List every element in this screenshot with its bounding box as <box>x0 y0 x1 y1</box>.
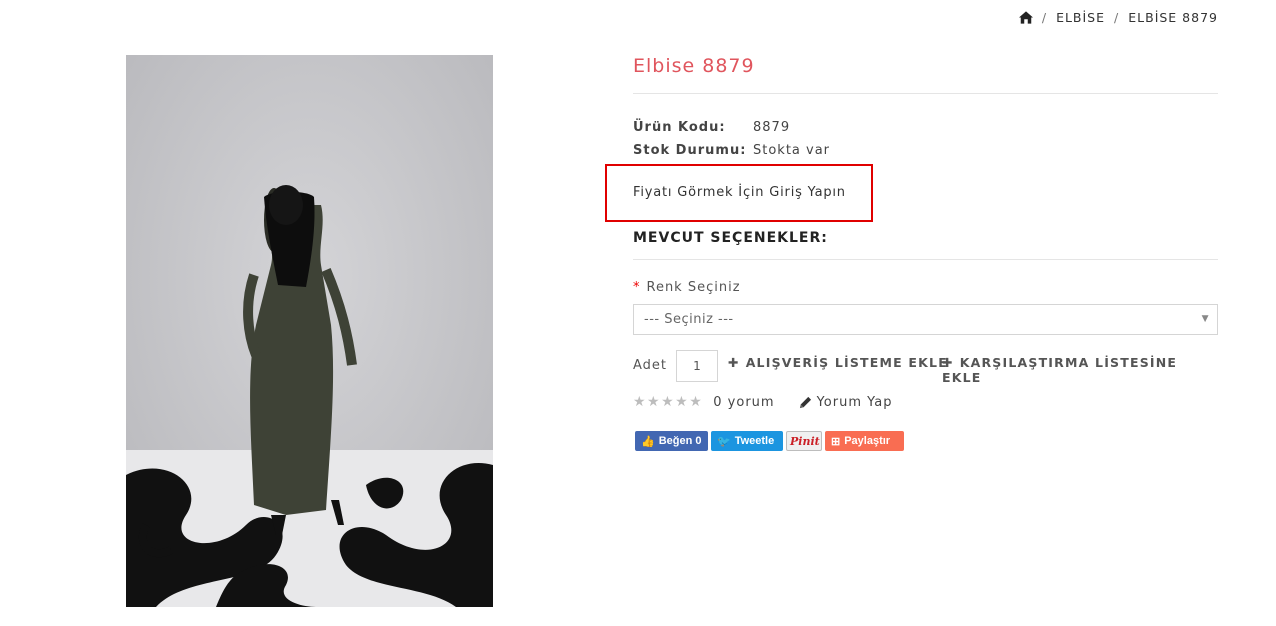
color-select[interactable]: --- Seçiniz --- ▼ <box>633 304 1218 335</box>
divider <box>633 259 1218 260</box>
product-photo <box>126 55 493 607</box>
facebook-like-label: Beğen 0 <box>658 435 702 447</box>
product-code-label: Ürün Kodu: <box>633 120 726 135</box>
twitter-tweet-button[interactable]: 🐦 Tweetle <box>711 431 783 451</box>
facebook-like-button[interactable]: 👍 Beğen 0 <box>635 431 708 451</box>
twitter-tweet-label: Tweetle <box>734 435 775 447</box>
add-to-cart-row: Adet ✚ALIŞVERİŞ LİSTEME EKLE ✚KARŞILAŞTI… <box>633 350 1218 385</box>
divider <box>633 93 1218 94</box>
thumbs-up-icon: 👍 <box>641 435 655 448</box>
product-code-row: Ürün Kodu: 8879 <box>633 118 1218 141</box>
product-info: Elbise 8879 Ürün Kodu: 8879 Stok Durumu:… <box>605 52 1218 451</box>
plus-icon: ✚ <box>942 355 954 370</box>
stock-status-value: Stokta var <box>753 143 831 158</box>
options-title: MEVCUT SEÇENEKLER: <box>633 230 828 246</box>
star-rating: ★★★★★ <box>633 394 704 410</box>
breadcrumb-separator: / <box>1041 10 1048 25</box>
breadcrumb-separator: / <box>1114 10 1120 25</box>
addthis-share-label: Paylaştır <box>844 435 891 447</box>
pinterest-pin-label: Pinit <box>790 434 820 448</box>
add-to-compare-label: KARŞILAŞTIRMA LİSTESİNE EKLE <box>942 355 1178 385</box>
product-image[interactable] <box>126 55 493 607</box>
plus-icon: ✚ <box>728 355 740 370</box>
required-marker: * <box>633 280 641 295</box>
quantity-input[interactable] <box>676 350 718 382</box>
pencil-icon <box>799 396 811 408</box>
color-select-value: --- Seçiniz --- <box>644 312 734 327</box>
home-icon[interactable] <box>1018 11 1033 24</box>
addthis-share-button[interactable]: ⊞ Paylaştır <box>825 431 904 451</box>
breadcrumb: / ELBİSE / ELBİSE 8879 <box>1018 10 1218 25</box>
add-to-wishlist-button[interactable]: ✚ ALIŞVERİŞ LİSTEME EKLE <box>728 355 948 370</box>
breadcrumb-link-product[interactable]: ELBİSE 8879 <box>1128 10 1218 25</box>
review-count-link[interactable]: 0 yorum <box>713 395 774 410</box>
price-login-link[interactable]: Fiyatı Görmek İçin Giriş Yapın <box>605 164 873 222</box>
write-review-link[interactable]: Yorum Yap <box>799 395 893 410</box>
stock-status-label: Stok Durumu: <box>633 143 747 158</box>
product-title: Elbise 8879 <box>633 55 755 77</box>
social-share-bar: 👍 Beğen 0 🐦 Tweetle Pinit ⊞ Paylaştır <box>635 431 904 451</box>
stock-status-row: Stok Durumu: Stokta var <box>633 141 1218 164</box>
write-review-label: Yorum Yap <box>816 394 893 410</box>
add-to-wishlist-label: ALIŞVERİŞ LİSTEME EKLE <box>745 355 948 370</box>
add-to-compare-button[interactable]: ✚ KARŞILAŞTIRMA LİSTESİNE EKLE <box>942 355 1218 385</box>
color-select-label-text: Renk Seçiniz <box>646 280 741 295</box>
quantity-label: Adet <box>633 358 668 373</box>
pinterest-pin-button[interactable]: Pinit <box>786 431 822 451</box>
twitter-bird-icon: 🐦 <box>717 435 731 448</box>
caret-down-icon: ▼ <box>1201 314 1209 324</box>
product-code-value: 8879 <box>753 120 791 135</box>
color-select-label: * Renk Seçiniz <box>633 280 741 295</box>
breadcrumb-link-category[interactable]: ELBİSE <box>1056 10 1105 25</box>
product-meta: Ürün Kodu: 8879 Stok Durumu: Stokta var <box>633 118 1218 164</box>
rating-row: ★★★★★ 0 yorum Yorum Yap <box>633 392 893 412</box>
plus-box-icon: ⊞ <box>831 435 841 448</box>
